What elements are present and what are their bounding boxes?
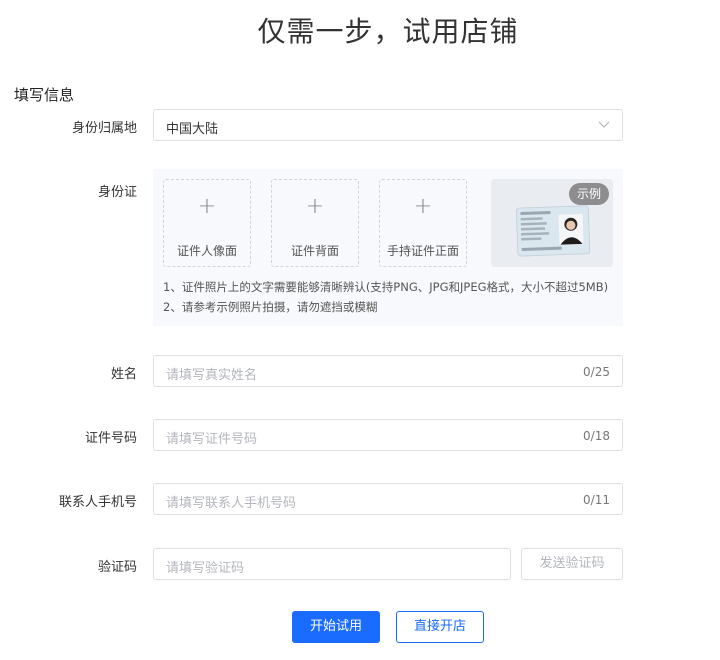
upload-hint-2: 2、请参考示例照片拍摄，请勿遮挡或模糊 [163,300,378,314]
name-input-placeholder: 请填写真实姓名 [166,368,258,383]
phone-input[interactable]: 请填写联系人手机号码 0/11 [153,483,623,515]
code-input[interactable]: 请填写验证码 [153,548,511,580]
example-badge: 示例 [568,183,609,205]
plus-icon: + [197,194,217,219]
chevron-down-icon [598,121,610,128]
upload-id-front-label: 证件人像面 [176,244,237,258]
start-trial-button[interactable]: 开始试用 [292,611,380,643]
id-number-input-placeholder: 请填写证件号码 [166,432,258,447]
region-select[interactable]: 中国大陆 [153,109,623,141]
id-card-upload-panel: + 证件人像面 + 证件背面 + 手持证件正面 示例 1、证件照片上的文字需要能… [153,169,623,326]
id-number-input[interactable]: 请填写证件号码 0/18 [153,419,623,451]
upload-id-handheld-label: 手持证件正面 [386,244,459,258]
upload-id-front[interactable]: + 证件人像面 [163,179,251,267]
page-title: 仅需一步，试用店铺 [257,15,519,48]
section-title: 填写信息 [14,86,75,104]
plus-icon: + [305,194,325,219]
phone-input-counter: 0/11 [583,493,610,507]
upload-id-back[interactable]: + 证件背面 [271,179,359,267]
phone-label: 联系人手机号 [58,495,137,510]
name-input-counter: 0/25 [583,365,610,379]
upload-id-handheld[interactable]: + 手持证件正面 [379,179,467,267]
name-input[interactable]: 请填写真实姓名 0/25 [153,355,623,387]
open-store-button[interactable]: 直接开店 [396,611,484,643]
name-label: 姓名 [110,367,137,382]
id-card-label: 身份证 [97,185,137,200]
region-select-value: 中国大陆 [166,122,219,137]
code-input-placeholder: 请填写验证码 [166,561,245,576]
send-code-button[interactable]: 发送验证码 [521,548,623,580]
region-label: 身份归属地 [71,121,137,136]
id-number-input-counter: 0/18 [583,429,610,443]
code-label: 验证码 [97,560,137,575]
id-card-example-image[interactable]: 示例 [491,179,613,267]
phone-input-placeholder: 请填写联系人手机号码 [166,496,297,511]
upload-id-back-label: 证件背面 [290,244,339,258]
plus-icon: + [413,194,433,219]
upload-hint-1: 1、证件照片上的文字需要能够清晰辨认(支持PNG、JPG和JPEG格式，大小不超… [163,280,609,294]
id-number-label: 证件号码 [84,431,137,446]
